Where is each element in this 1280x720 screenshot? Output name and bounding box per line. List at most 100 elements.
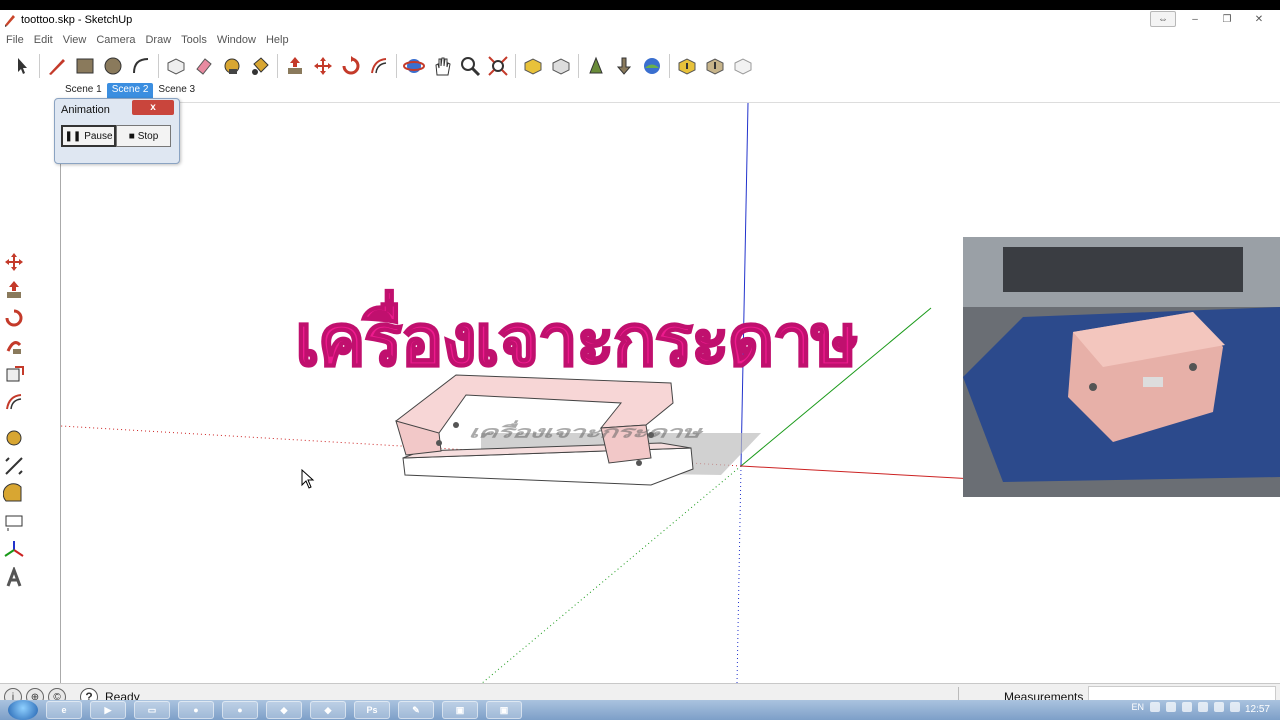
- taskbar-folder-icon[interactable]: ▭: [134, 701, 170, 719]
- taskbar-app-icon[interactable]: ◆: [310, 701, 346, 719]
- taskbar-media-icon[interactable]: ▶: [90, 701, 126, 719]
- pan-hand-icon[interactable]: [428, 52, 456, 80]
- share-model-icon[interactable]: [547, 52, 575, 80]
- pause-label: Pause: [84, 130, 113, 142]
- tab-scene-2[interactable]: Scene 2: [106, 83, 154, 98]
- menu-tools[interactable]: Tools: [176, 34, 212, 46]
- toolbar-divider: [669, 54, 670, 78]
- rotate-icon[interactable]: [0, 304, 28, 332]
- title-bar: toottoo.skp - SketchUp ⇔ – ❐ ✕: [0, 10, 1280, 30]
- move-icon[interactable]: [309, 52, 337, 80]
- taskbar-ie-icon[interactable]: e: [46, 701, 82, 719]
- toolbar-divider: [158, 54, 159, 78]
- drawing-viewport[interactable]: เครื่องเจาะกระดาษ เครื่องเจาะกระดาษ: [60, 102, 1280, 683]
- zoom-extents-icon[interactable]: [484, 52, 512, 80]
- circle-icon[interactable]: [99, 52, 127, 80]
- taskbar-app-icon[interactable]: ◆: [266, 701, 302, 719]
- thai-title-shadow: เครื่องเจาะกระดาษ: [465, 422, 708, 443]
- taskbar-clock[interactable]: 12:57: [1245, 704, 1270, 715]
- text-label-icon[interactable]: [0, 508, 28, 536]
- tape-measure-icon[interactable]: [218, 52, 246, 80]
- menu-draw[interactable]: Draw: [140, 34, 176, 46]
- menu-file[interactable]: File: [0, 34, 29, 46]
- move-icon[interactable]: [0, 248, 28, 276]
- 3d-text-icon[interactable]: [0, 564, 28, 592]
- protractor-icon[interactable]: [0, 480, 28, 508]
- menu-camera[interactable]: Camera: [91, 34, 140, 46]
- menu-bar: File Edit View Camera Draw Tools Window …: [0, 30, 1280, 49]
- taskbar-sketchup-icon[interactable]: ✎: [398, 701, 434, 719]
- window-title: toottoo.skp - SketchUp: [21, 14, 133, 26]
- sketchup-app-icon: [5, 15, 15, 27]
- pause-button[interactable]: ❚❚ Pause: [61, 125, 116, 147]
- blue-axis-dotted: [736, 465, 742, 683]
- left-toolbar: [0, 248, 58, 592]
- push-pull-icon[interactable]: [0, 276, 28, 304]
- menu-view[interactable]: View: [58, 34, 92, 46]
- punch-rivet: [636, 460, 642, 466]
- zoom-icon[interactable]: [456, 52, 484, 80]
- minimize-button[interactable]: –: [1182, 11, 1208, 27]
- tray-language[interactable]: EN: [1131, 702, 1144, 712]
- sketchup-window: toottoo.skp - SketchUp ⇔ – ❐ ✕ File Edit…: [0, 10, 1280, 710]
- taskbar-firefox-icon[interactable]: ●: [222, 701, 258, 719]
- photo-textures-icon[interactable]: [638, 52, 666, 80]
- toggle-terrain-icon[interactable]: [610, 52, 638, 80]
- start-button-icon[interactable]: [8, 700, 38, 720]
- extension-warehouse-icon[interactable]: [729, 52, 757, 80]
- volume-icon[interactable]: [1230, 702, 1240, 712]
- system-tray: EN: [1131, 702, 1240, 712]
- toolbar-divider: [515, 54, 516, 78]
- arc-icon[interactable]: [127, 52, 155, 80]
- eraser-icon[interactable]: [190, 52, 218, 80]
- taskbar-app-icon[interactable]: ▣: [442, 701, 478, 719]
- animation-controls: ❚❚ Pause ■ Stop: [61, 125, 171, 147]
- dialog-close-button[interactable]: x: [132, 100, 174, 115]
- green-axis-dotted: [481, 465, 742, 683]
- taskbar-photoshop-icon[interactable]: Ps: [354, 701, 390, 719]
- push-pull-icon[interactable]: [281, 52, 309, 80]
- tape-measure-icon[interactable]: [0, 424, 28, 452]
- punch-rivet: [436, 440, 442, 446]
- orbit-icon[interactable]: [400, 52, 428, 80]
- taskbar-app-icon[interactable]: ▣: [486, 701, 522, 719]
- tray-icon[interactable]: [1198, 702, 1208, 712]
- maximize-button[interactable]: ❐: [1214, 11, 1240, 27]
- hole-punch-photo: [963, 237, 1280, 497]
- stop-label: Stop: [137, 130, 159, 142]
- get-models-icon[interactable]: [519, 52, 547, 80]
- warehouse-icon[interactable]: [673, 52, 701, 80]
- tray-icon[interactable]: [1214, 702, 1224, 712]
- offset-icon[interactable]: [0, 388, 28, 416]
- paint-bucket-icon[interactable]: [246, 52, 274, 80]
- select-tool-icon[interactable]: [8, 52, 36, 80]
- restore-arrows-button[interactable]: ⇔: [1150, 11, 1176, 27]
- toolbar-divider: [578, 54, 579, 78]
- scene-tabs: Scene 1 Scene 2 Scene 3: [60, 81, 200, 98]
- close-button[interactable]: ✕: [1246, 11, 1272, 27]
- tray-icon[interactable]: [1166, 702, 1176, 712]
- pencil-line-icon[interactable]: [43, 52, 71, 80]
- make-component-icon[interactable]: [162, 52, 190, 80]
- axes-icon[interactable]: [0, 536, 28, 564]
- window-controls: ⇔ – ❐ ✕: [1150, 11, 1272, 27]
- rotate-icon[interactable]: [337, 52, 365, 80]
- add-location-icon[interactable]: [582, 52, 610, 80]
- dimension-icon[interactable]: [0, 452, 28, 480]
- scale-icon[interactable]: [0, 360, 28, 388]
- tab-scene-1[interactable]: Scene 1: [60, 83, 107, 98]
- menu-help[interactable]: Help: [261, 34, 294, 46]
- menu-edit[interactable]: Edit: [29, 34, 58, 46]
- offset-icon[interactable]: [365, 52, 393, 80]
- thai-3d-title: เครื่องเจาะกระดาษ: [294, 297, 859, 383]
- rectangle-icon[interactable]: [71, 52, 99, 80]
- menu-window[interactable]: Window: [212, 34, 261, 46]
- stop-button[interactable]: ■ Stop: [116, 125, 171, 147]
- upload-model-icon[interactable]: [701, 52, 729, 80]
- follow-me-icon[interactable]: [0, 332, 28, 360]
- tray-icon[interactable]: [1182, 702, 1192, 712]
- tray-icon[interactable]: [1150, 702, 1160, 712]
- tab-scene-3[interactable]: Scene 3: [153, 83, 200, 98]
- taskbar-chrome-icon[interactable]: ●: [178, 701, 214, 719]
